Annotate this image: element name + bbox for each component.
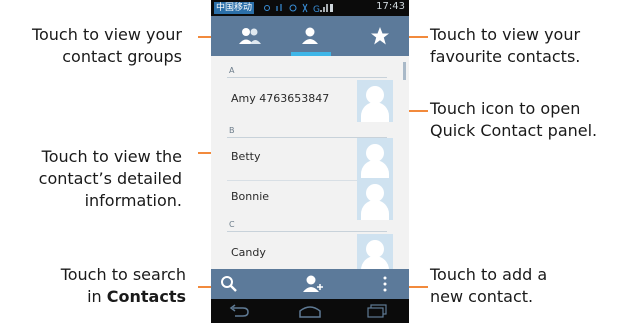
contact-name: Betty <box>231 150 261 163</box>
contact-name: Amy 4763653847 <box>231 92 330 105</box>
bottom-action-bar <box>211 269 409 299</box>
callout-contact-details: Touch to view the contact’s detailed inf… <box>0 146 182 212</box>
contact-row[interactable]: Bonnie <box>227 178 393 220</box>
callout-quick-contact: Touch icon to open Quick Contact panel. <box>430 98 618 142</box>
callout-detail-line1: Touch to view the <box>41 147 182 166</box>
contact-row[interactable]: Amy 4763653847 <box>227 80 393 122</box>
callout-add-line2: new contact. <box>430 287 534 306</box>
person-icon <box>302 27 318 44</box>
contact-avatar[interactable] <box>357 80 393 122</box>
callout-add-contact: Touch to add a new contact. <box>430 264 618 308</box>
star-icon <box>371 27 389 45</box>
status-bar: 中国移动 G 17:43 <box>211 0 409 16</box>
callout-search-in: in <box>87 287 107 306</box>
add-contact-icon[interactable] <box>301 273 323 295</box>
callout-favourites: Touch to view your favourite contacts. <box>430 24 618 68</box>
search-icon[interactable] <box>219 274 239 294</box>
groups-icon <box>239 28 261 44</box>
back-icon[interactable] <box>229 304 251 318</box>
callout-quick-line2: Quick Contact panel. <box>430 121 598 140</box>
home-icon[interactable] <box>298 304 322 318</box>
recents-icon[interactable] <box>366 304 388 318</box>
overflow-menu-icon[interactable] <box>382 275 388 293</box>
callout-favourite-line1: Touch to view your <box>430 25 581 44</box>
phone-screen: 中国移动 G 17:43 A Amy 4763653847 B Betty Bo… <box>211 0 409 323</box>
callout-detail-line3: information. <box>84 191 182 210</box>
callout-search-line2: in Contacts <box>0 286 186 308</box>
list-scrollbar[interactable] <box>403 62 406 80</box>
callout-add-line1: Touch to add a <box>430 265 548 284</box>
section-divider <box>227 231 387 232</box>
callout-groups-line2: contact groups <box>62 47 182 66</box>
system-nav-bar <box>211 299 409 323</box>
contact-list[interactable]: A Amy 4763653847 B Betty Bonnie C Candy <box>211 56 409 276</box>
contacts-tab-bar <box>211 16 409 56</box>
svg-text:G: G <box>313 5 323 14</box>
tab-contacts[interactable] <box>285 16 335 56</box>
tab-favourites[interactable] <box>345 16 395 56</box>
contact-avatar[interactable] <box>357 138 393 180</box>
status-clock: 17:43 <box>376 1 405 12</box>
section-header-b: B <box>229 126 235 135</box>
contact-avatar[interactable] <box>357 178 393 220</box>
section-header-a: A <box>229 66 235 75</box>
callout-search-contacts: Contacts <box>106 287 186 306</box>
carrier-label: 中国移动 <box>214 2 255 14</box>
callout-contact-groups: Touch to view your contact groups <box>0 24 182 68</box>
callout-search-line1: Touch to search <box>60 265 186 284</box>
signal-icon: G <box>264 3 333 14</box>
contact-name: Candy <box>231 246 266 259</box>
tab-groups[interactable] <box>225 16 275 56</box>
section-header-c: C <box>229 220 235 229</box>
callout-groups-line1: Touch to view your <box>31 25 182 44</box>
section-divider <box>227 77 387 78</box>
callout-favourite-line2: favourite contacts. <box>430 47 581 66</box>
callout-quick-line1: Touch icon to open <box>430 99 581 118</box>
contact-row[interactable]: Betty <box>227 138 393 180</box>
callout-search: Touch to search in Contacts <box>0 264 186 308</box>
contact-name: Bonnie <box>231 190 270 203</box>
callout-detail-line2: contact’s detailed <box>38 169 182 188</box>
